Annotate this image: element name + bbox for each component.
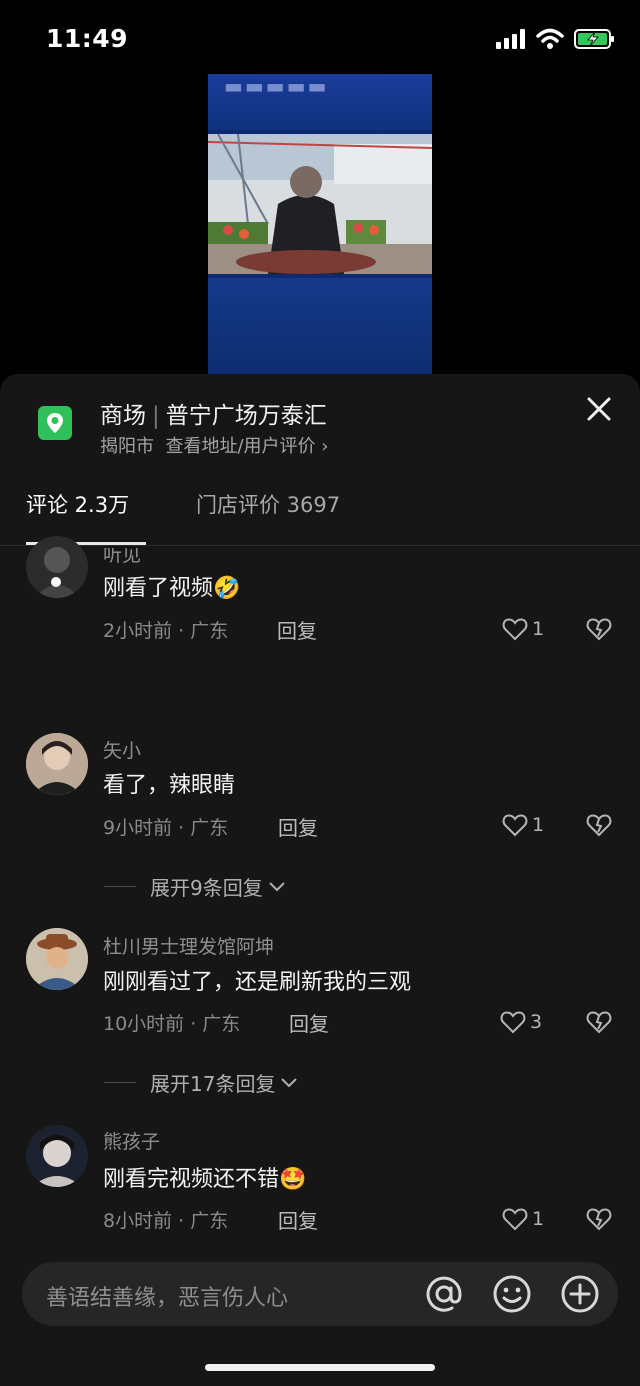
poi-link[interactable]: 查看地址/用户评价 › [165,436,328,457]
signal-icon [496,29,525,49]
poi-city: 揭阳市 [100,436,154,457]
poi-title[interactable]: 商场 | 普宁广场万泰汇 [100,396,327,430]
like-button[interactable]: 3 [500,1010,542,1034]
avatar[interactable] [26,536,88,598]
battery-charging-icon [574,29,614,49]
like-button[interactable]: 1 [502,617,544,641]
comment-text: 刚刚看过了，还是刷新我的三观 [103,970,412,995]
video-player[interactable]: ▬▬▬▬▬ [208,74,432,374]
dislike-icon[interactable] [586,1206,612,1232]
dislike-icon[interactable] [586,812,612,838]
at-icon[interactable] [424,1274,464,1314]
status-icons [496,28,616,50]
dislike-icon[interactable] [586,1009,612,1035]
dislike-icon[interactable] [586,616,612,642]
poi-subtitle[interactable]: 揭阳市 查看地址/用户评价 › [100,432,328,458]
video-scene-image [208,134,432,274]
video-banner-bottom [208,278,432,374]
heart-icon [502,814,528,837]
comment-author[interactable]: 杜川男士理发馆阿坤 [103,932,274,959]
location-pin-icon[interactable] [38,406,72,440]
expand-divider [104,886,136,887]
comment-meta: 10小时前 · 广东 [103,1013,241,1035]
tab-store-reviews[interactable]: 门店评价 3697 [196,489,340,519]
avatar[interactable] [26,1125,88,1187]
video-banner-top: ▬▬▬▬▬ [208,74,432,130]
expand-label: 展开9条回复 [150,876,263,900]
poi-name: 普宁广场万泰汇 [165,403,327,429]
reply-button[interactable]: 回复 [278,812,318,841]
comment-text: 刚看了视频🤣 [103,576,241,601]
like-count: 1 [532,618,545,640]
expand-divider [104,1082,136,1083]
comment-author[interactable]: 矢小 [103,736,141,763]
video-frame [208,134,432,274]
expand-replies-button[interactable]: 展开9条回复 [104,872,287,901]
emoji-icon[interactable] [492,1274,532,1314]
comment-text: 刚看完视频还不错🤩 [103,1167,307,1192]
like-count: 3 [530,1011,543,1033]
like-count: 1 [532,1208,545,1230]
comment-text: 看了，辣眼睛 [103,773,236,798]
expand-label: 展开17条回复 [150,1072,276,1096]
status-time: 11:49 [46,24,129,53]
tab-comments[interactable]: 评论 2.3万 [26,489,129,519]
wifi-icon [536,28,564,49]
comment-author[interactable]: 熊孩子 [103,1127,160,1154]
heart-icon [502,1208,528,1231]
add-icon[interactable] [560,1274,600,1314]
status-bar: 11:49 [0,0,640,80]
heart-icon [502,618,528,641]
reply-button[interactable]: 回复 [278,1205,318,1234]
poi-separator: | [152,403,160,429]
poi-category: 商场 [100,403,146,429]
like-button[interactable]: 1 [502,1207,544,1231]
avatar[interactable] [26,733,88,795]
reply-button[interactable]: 回复 [277,615,317,644]
comment-meta: 9小时前 · 广东 [103,817,229,839]
heart-icon [500,1011,526,1034]
close-icon[interactable] [582,392,616,426]
tab-divider [0,545,640,546]
comment-meta: 2小时前 · 广东 [103,620,229,642]
comment-input[interactable]: 善语结善缘，恶言伤人心 [46,1280,288,1312]
chevron-down-icon [281,1077,298,1087]
comments-sheet [0,374,640,1386]
like-count: 1 [532,814,545,836]
video-title-graphic: ▬▬▬▬▬ [224,74,329,98]
comment-meta: 8小时前 · 广东 [103,1210,229,1232]
like-button[interactable]: 1 [502,813,544,837]
avatar[interactable] [26,928,88,990]
home-indicator[interactable] [205,1364,435,1371]
expand-replies-button[interactable]: 展开17条回复 [104,1068,299,1097]
chevron-down-icon [269,881,285,891]
reply-button[interactable]: 回复 [289,1008,329,1037]
